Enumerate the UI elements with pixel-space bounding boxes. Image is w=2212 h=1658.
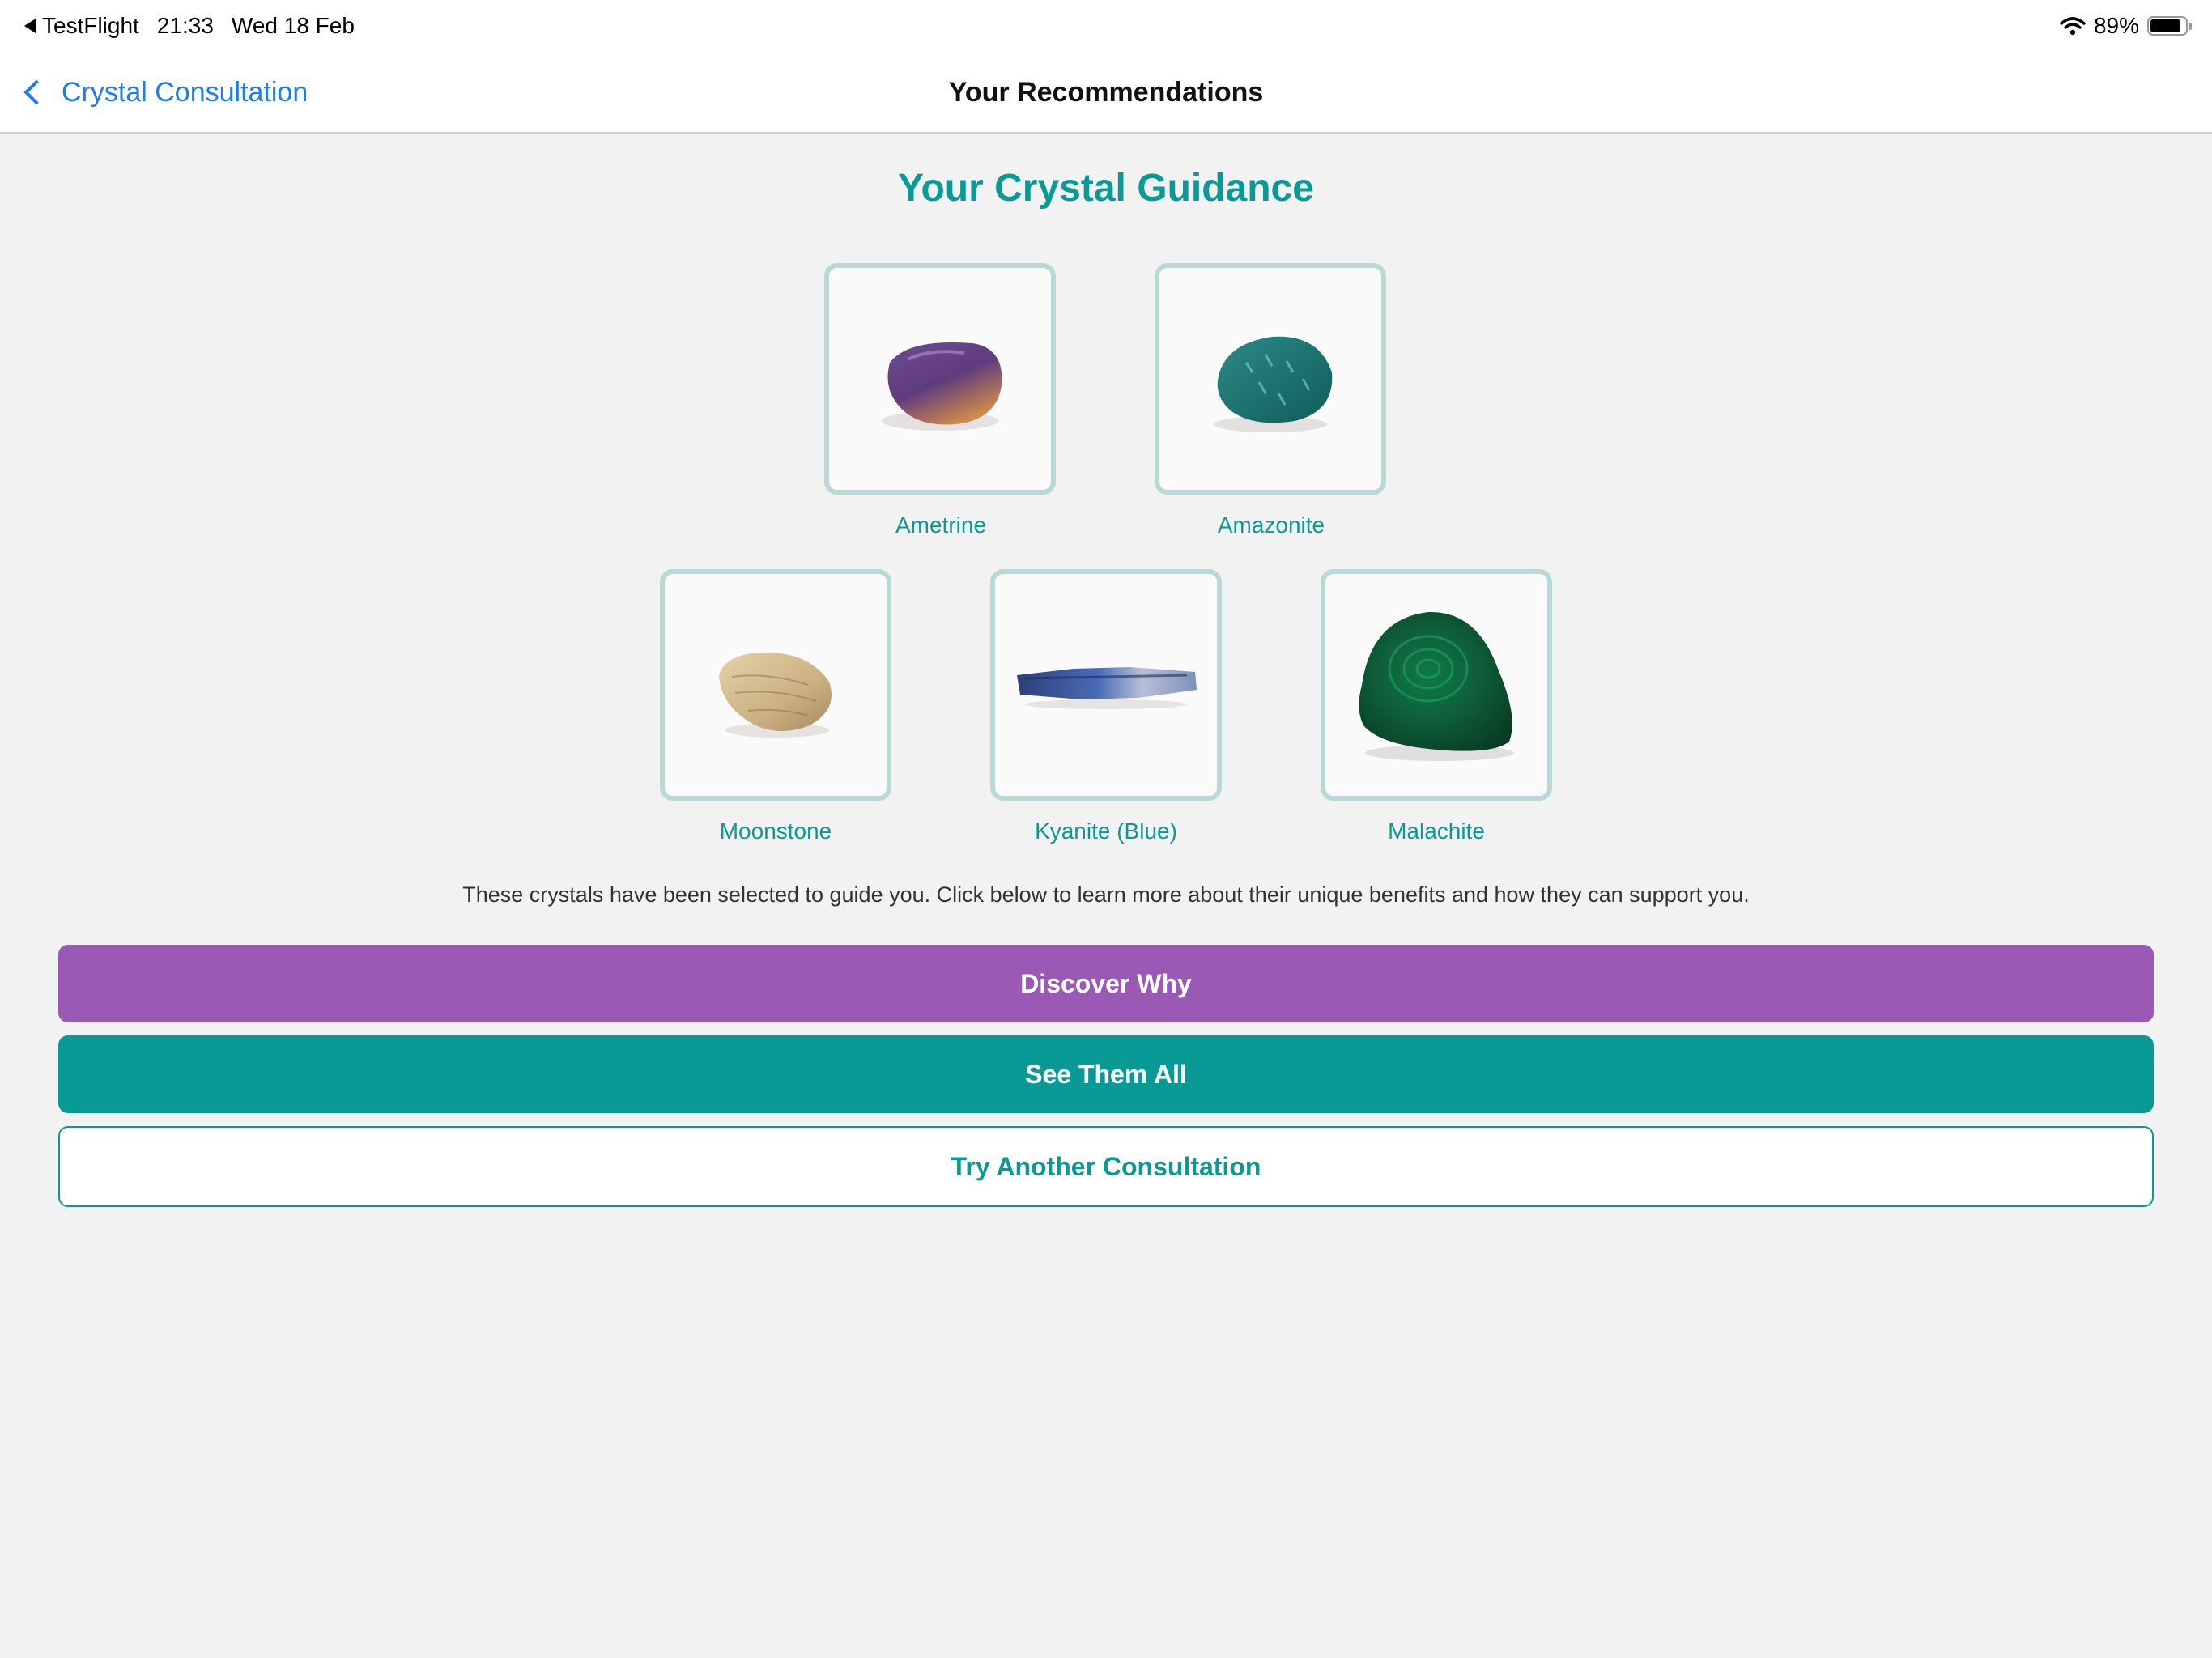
- page-title: Your Recommendations: [948, 76, 1264, 108]
- crystal-label-malachite: Malachite: [1388, 818, 1485, 844]
- crystal-tile-amazonite[interactable]: [1155, 263, 1386, 495]
- try-another-consultation-button[interactable]: Try Another Consultation: [58, 1126, 2154, 1207]
- crystal-label-moonstone: Moonstone: [719, 818, 832, 844]
- crystal-label-ametrine: Ametrine: [895, 512, 987, 538]
- back-button[interactable]: Crystal Consultation: [19, 52, 308, 133]
- navigation-bar: Your Recommendations Crystal Consultatio…: [0, 52, 2212, 134]
- crystal-tile-moonstone[interactable]: [660, 569, 891, 801]
- crystal-tile-kyanite[interactable]: [990, 569, 1222, 801]
- kyanite-image: [1017, 667, 1197, 709]
- moonstone-image: [719, 652, 832, 738]
- status-bar: TestFlight 21:33 Wed 18 Feb 89%: [0, 0, 2212, 52]
- chevron-left-icon: [23, 79, 49, 105]
- ametrine-image: [882, 342, 1002, 431]
- status-right: 89%: [2060, 13, 2192, 39]
- battery-percent: 89%: [2093, 13, 2139, 38]
- back-triangle-icon: [24, 19, 36, 33]
- crystal-label-kyanite: Kyanite (Blue): [1035, 818, 1177, 844]
- back-app-label: TestFlight: [42, 13, 139, 38]
- back-to-app-link[interactable]: TestFlight: [24, 13, 139, 39]
- amazonite-image: [1214, 336, 1333, 432]
- crystal-tile-malachite[interactable]: [1321, 569, 1552, 801]
- section-heading: Your Crystal Guidance: [898, 167, 1314, 210]
- battery-icon: [2147, 16, 2192, 36]
- crystal-tile-ametrine[interactable]: [824, 263, 1056, 495]
- discover-why-button[interactable]: Discover Why: [58, 945, 2154, 1022]
- battery-fill: [2150, 19, 2181, 32]
- wifi-icon: [2060, 17, 2086, 36]
- description-text: These crystals have been selected to gui…: [462, 882, 1750, 907]
- status-left: TestFlight 21:33 Wed 18 Feb: [24, 13, 355, 39]
- see-them-all-button[interactable]: See Them All: [58, 1035, 2154, 1113]
- status-date: Wed 18 Feb: [231, 13, 355, 38]
- crystal-label-amazonite: Amazonite: [1217, 512, 1325, 538]
- back-button-label: Crystal Consultation: [62, 76, 308, 108]
- status-time: 21:33: [156, 13, 214, 38]
- malachite-image: [1359, 611, 1514, 761]
